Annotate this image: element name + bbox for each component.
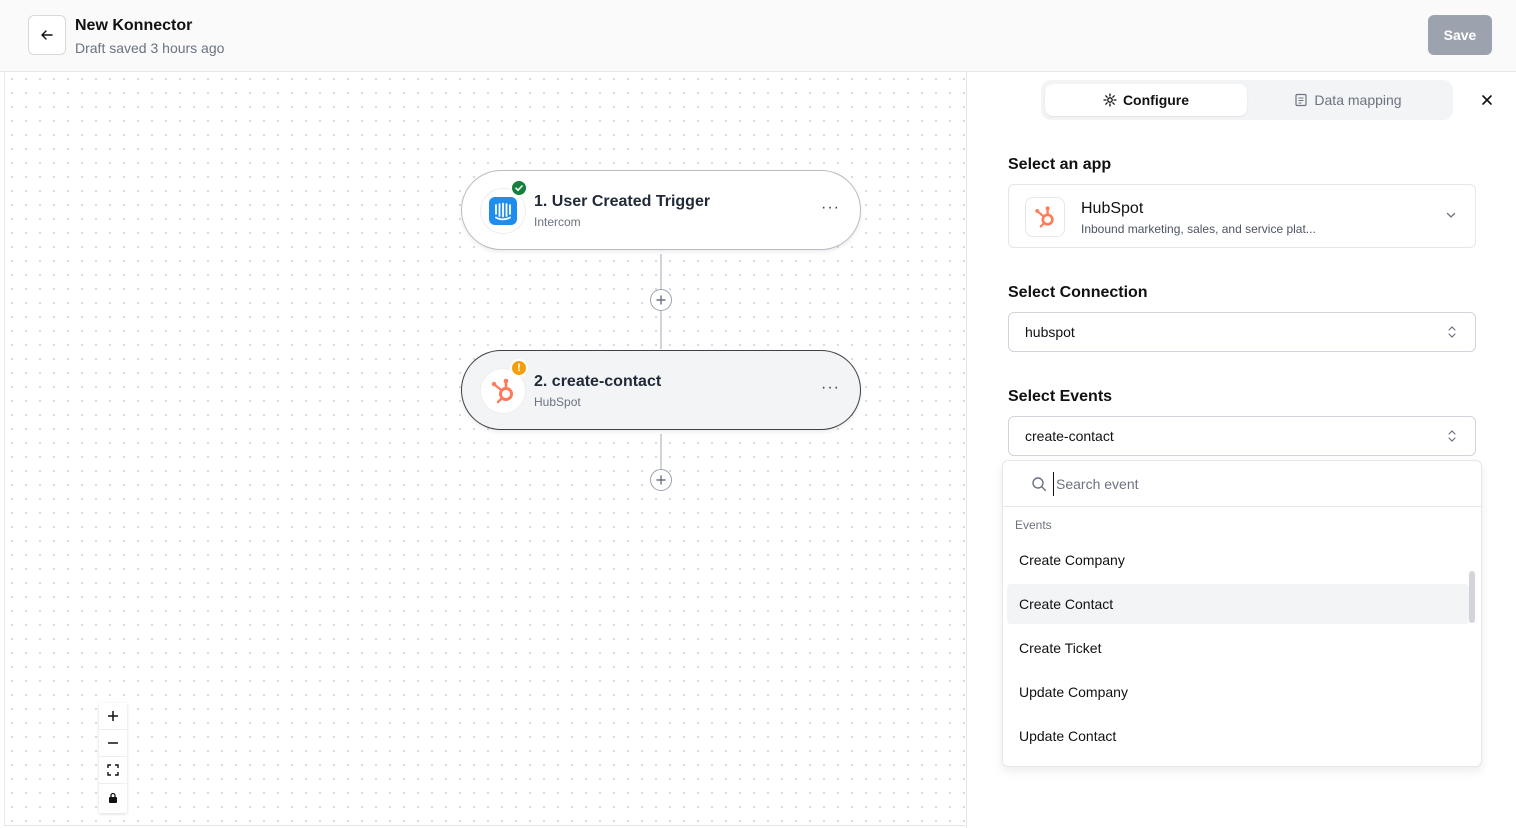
plus-icon (656, 475, 666, 485)
tab-data-mapping[interactable]: Data mapping (1247, 84, 1449, 116)
zoom-out-button[interactable] (99, 730, 127, 757)
back-button[interactable] (28, 15, 66, 55)
event-option-create-ticket[interactable]: Create Ticket (1007, 628, 1469, 668)
warning-icon: ! (510, 359, 528, 377)
minus-icon (108, 742, 118, 744)
canvas-controls (99, 703, 127, 813)
events-dropdown: Events Create Company Create Contact Cre… (1002, 460, 1482, 767)
dropdown-group-label: Events (1015, 518, 1052, 532)
select-events-label: Select Events (1008, 388, 1113, 405)
event-option-update-company[interactable]: Update Company (1007, 672, 1469, 712)
plus-icon (108, 711, 118, 721)
lock-icon (109, 792, 117, 803)
events-select[interactable]: create-contact (1008, 416, 1476, 456)
node-app-name: Intercom (534, 215, 581, 229)
success-check-icon (510, 179, 528, 197)
select-app-label: Select an app (1008, 156, 1112, 173)
more-options-icon[interactable]: ··· (821, 199, 840, 217)
tab-label: Configure (1122, 92, 1190, 108)
app-description: Inbound marketing, sales, and service pl… (1081, 222, 1316, 236)
fit-view-button[interactable] (99, 757, 127, 784)
node-title: 1. User Created Trigger (534, 193, 711, 210)
tab-label: Data mapping (1314, 92, 1402, 108)
app-select[interactable]: HubSpot Inbound marketing, sales, and se… (1008, 184, 1476, 248)
node-app-name: HubSpot (534, 395, 581, 409)
close-panel-button[interactable] (1477, 90, 1497, 110)
save-button[interactable]: Save (1428, 15, 1492, 55)
more-options-icon[interactable]: ··· (821, 379, 840, 397)
arrow-left-icon (41, 30, 53, 40)
config-panel: Configure Data mapping Select an app Hub… (966, 72, 1516, 828)
chevron-up-down-icon (1448, 326, 1456, 338)
draft-status: Draft saved 3 hours ago (75, 40, 225, 56)
search-event-input[interactable] (1053, 472, 1453, 496)
app-name: HubSpot (1081, 200, 1144, 217)
event-search-bar (1003, 461, 1481, 507)
events-value: create-contact (1025, 428, 1114, 444)
close-icon (1482, 95, 1492, 105)
workflow-node-action[interactable]: ! 2. create-contact HubSpot ··· (461, 350, 861, 430)
workflow-node-trigger[interactable]: 1. User Created Trigger Intercom ··· (461, 170, 861, 250)
fit-view-icon (107, 764, 119, 776)
lock-canvas-button[interactable] (99, 784, 127, 811)
select-connection-label: Select Connection (1008, 284, 1148, 301)
workflow-canvas[interactable]: 1. User Created Trigger Intercom ··· ! 2… (4, 72, 966, 826)
plus-icon (656, 295, 666, 305)
top-bar: New Konnector Draft saved 3 hours ago Sa… (0, 0, 1516, 72)
search-icon (1032, 477, 1047, 492)
event-option-update-contact[interactable]: Update Contact (1007, 716, 1469, 756)
gear-icon (1103, 93, 1117, 107)
chevron-up-down-icon (1448, 430, 1456, 442)
tab-configure[interactable]: Configure (1045, 84, 1247, 116)
page-title: New Konnector (75, 17, 193, 34)
add-step-button[interactable] (650, 469, 672, 491)
add-step-button[interactable] (650, 289, 672, 311)
event-option-create-contact[interactable]: Create Contact (1007, 584, 1469, 624)
connection-value: hubspot (1025, 324, 1075, 340)
zoom-in-button[interactable] (99, 703, 127, 730)
connector-line (660, 434, 662, 470)
panel-tabs: Configure Data mapping (1041, 80, 1453, 120)
connection-select[interactable]: hubspot (1008, 312, 1476, 352)
event-option-create-company[interactable]: Create Company (1007, 540, 1469, 580)
dropdown-scrollbar[interactable] (1469, 571, 1475, 623)
chevron-down-icon (1446, 212, 1456, 218)
connector-line (660, 311, 662, 349)
document-icon (1295, 93, 1308, 107)
node-title: 2. create-contact (534, 373, 662, 390)
hubspot-logo-icon (1025, 197, 1065, 237)
